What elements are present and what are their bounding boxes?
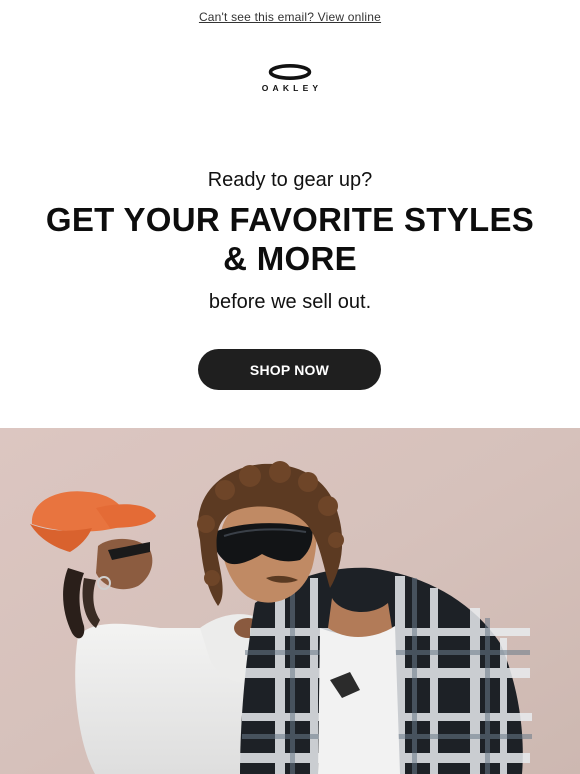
view-online-link[interactable]: Can't see this email? View online (0, 10, 580, 24)
oakley-ellipse-icon (268, 64, 312, 80)
subline-text: before we sell out. (208, 291, 372, 313)
email-page: Can't see this email? View online OAKLEY… (0, 0, 580, 774)
hero-photo[interactable] (0, 428, 580, 774)
hero-photo-illustration (0, 428, 580, 774)
kicker-text: Ready to gear up? (207, 169, 373, 191)
shop-now-button[interactable]: SHOP NOW (198, 349, 381, 390)
oakley-logo[interactable]: OAKLEY (0, 64, 580, 93)
headline: GET YOUR FAVORITE STYLES & MORE (45, 201, 535, 277)
logo-wordmark: OAKLEY (261, 83, 323, 93)
